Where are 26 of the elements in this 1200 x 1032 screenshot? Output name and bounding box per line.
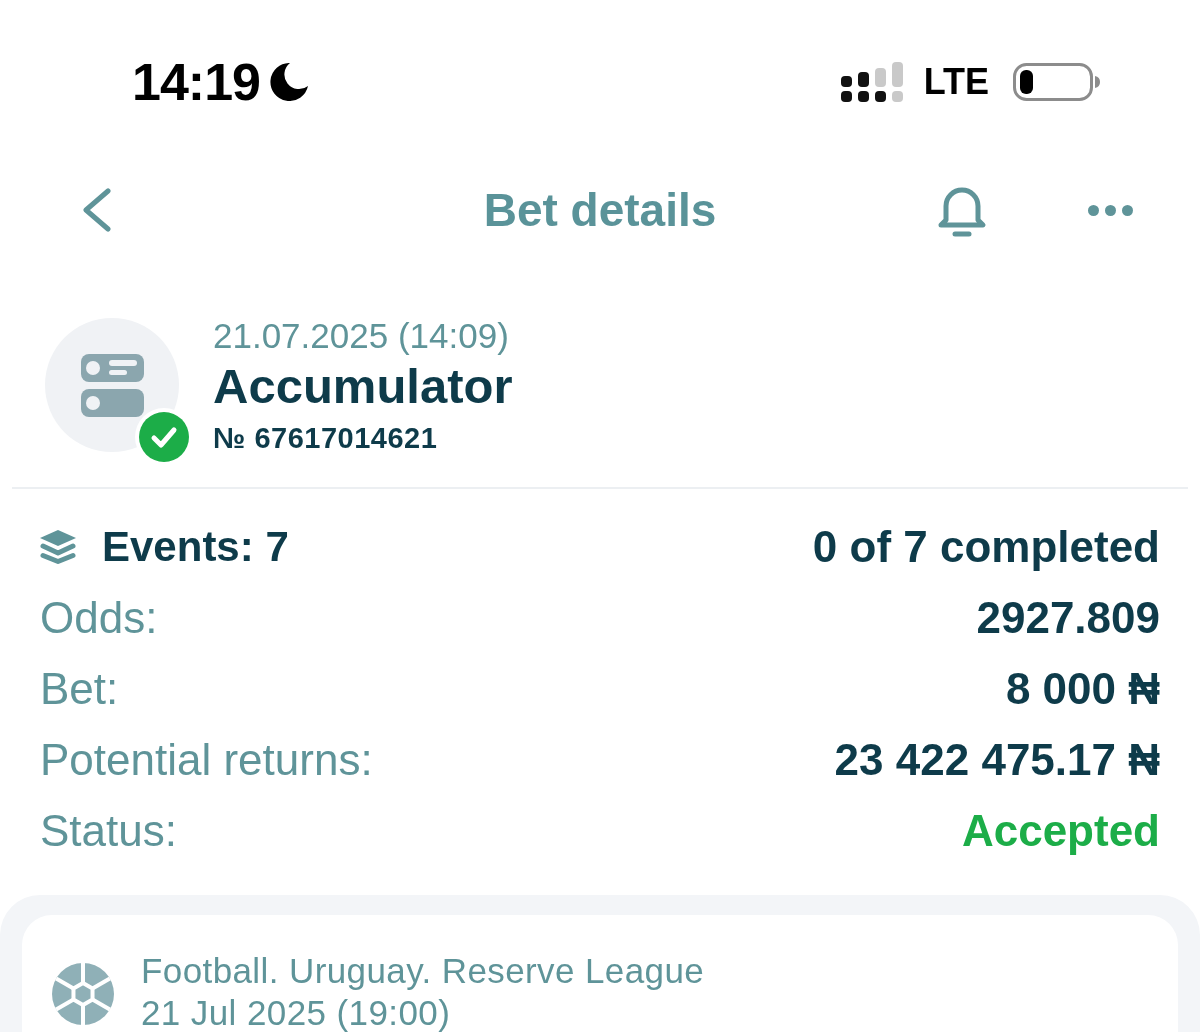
signal-icon bbox=[840, 62, 904, 102]
status-time: 14:19 bbox=[132, 56, 260, 108]
battery-icon bbox=[1013, 63, 1100, 101]
summary-value: 8 000 ₦ bbox=[1005, 666, 1160, 711]
bet-type: Accumulator bbox=[213, 361, 513, 411]
summary-label: Odds: bbox=[40, 595, 158, 640]
summary-label: Status: bbox=[40, 808, 177, 853]
summary-value: 23 422 475.17 ₦ bbox=[834, 737, 1160, 782]
summary-value: 0 of 7 completed bbox=[812, 524, 1160, 569]
event-league: Football. Uruguay. Reserve League bbox=[141, 950, 705, 992]
summary-label: Potential returns: bbox=[40, 737, 373, 782]
back-button[interactable] bbox=[82, 188, 112, 232]
more-button[interactable] bbox=[1088, 204, 1133, 216]
summary-label: Events: 7 bbox=[102, 525, 289, 568]
network-type: LTE bbox=[923, 64, 989, 100]
event-date: 21 Jul 2025 (19:00) bbox=[141, 992, 452, 1032]
summary-value: 2927.809 bbox=[976, 595, 1160, 640]
bet-date: 21.07.2025 (14:09) bbox=[213, 318, 510, 353]
page-title: Bet details bbox=[483, 187, 717, 233]
status-value: Accepted bbox=[961, 808, 1160, 853]
event-card[interactable]: Football. Uruguay. Reserve League 21 Jul 2025 (19:00) bbox=[22, 915, 1178, 1032]
football-icon bbox=[52, 963, 114, 1025]
moon-icon bbox=[270, 63, 308, 101]
layers-icon bbox=[40, 529, 76, 564]
summary-label: Bet: bbox=[40, 666, 119, 711]
bet-number: № 67617014621 bbox=[213, 423, 439, 453]
